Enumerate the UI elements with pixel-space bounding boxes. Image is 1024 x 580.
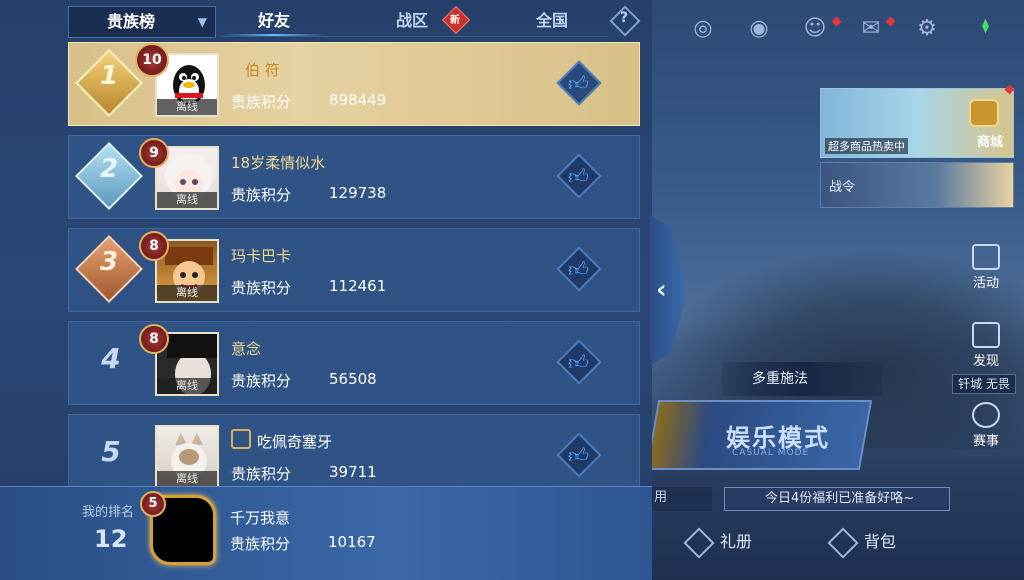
shop-promo-text: 超多商品热卖中	[825, 138, 908, 154]
rank-number: 1	[99, 61, 119, 91]
noble-level-badge: 8	[139, 231, 169, 261]
player-name: 意念	[231, 340, 262, 358]
gift-icon	[683, 526, 715, 559]
board-select-value: 贵族榜	[107, 12, 156, 31]
shop-icon	[969, 99, 999, 127]
my-score-value: 10167	[328, 533, 376, 551]
target-icon[interactable]: ◎	[688, 14, 718, 44]
gift-label: 礼册	[720, 532, 753, 551]
gift-book-button[interactable]: 礼册	[683, 526, 753, 559]
thumbs-up-icon: 👍︎	[568, 443, 589, 467]
activity-label: 活动	[972, 276, 999, 291]
leaderboard-panel: 贵族榜 ▼ 好友 战区 全国 新 ? 1 离线 10 伯 符 贵族积分 8984…	[0, 0, 652, 580]
multi-cast-label[interactable]: 多重施法	[722, 362, 882, 396]
activity-button[interactable]: 活动	[960, 244, 1012, 291]
discover-button[interactable]: 发现	[960, 322, 1012, 369]
my-score-label: 贵族积分	[230, 535, 291, 553]
leaderboard-row[interactable]: 2 离线 9 18岁柔情似水 贵族积分 129738 👍︎	[68, 135, 640, 219]
offline-status: 离线	[157, 192, 217, 208]
discover-icon	[972, 322, 1000, 348]
backpack-label: 背包	[864, 532, 897, 551]
trophy-icon	[972, 402, 1000, 428]
welfare-left-text: 用	[652, 487, 712, 511]
player-name: 玛卡巴卡	[231, 247, 292, 265]
events-label: 赛事	[972, 434, 999, 449]
offline-status: 离线	[157, 378, 217, 394]
discover-label: 发现	[972, 354, 999, 369]
event-tag: 钎城 无畏	[952, 374, 1016, 394]
friends-icon[interactable]: ☺	[800, 14, 830, 44]
my-noble-level-badge: 5	[140, 491, 166, 517]
avatar[interactable]: 离线	[155, 425, 219, 489]
rank-number: 3	[99, 247, 119, 277]
offline-status: 离线	[157, 471, 217, 487]
leaderboard-row[interactable]: 1 离线 10 伯 符 贵族积分 898449 👍︎	[68, 42, 640, 126]
noble-level-badge: 9	[139, 138, 169, 168]
chevron-down-icon: ▼	[197, 15, 207, 29]
new-badge-text: 新	[450, 15, 460, 26]
my-name: 千万我意	[230, 509, 291, 527]
score-value: 39711	[329, 463, 377, 481]
rank-number: 5	[101, 435, 121, 468]
thumbs-up-icon: 👍︎	[568, 164, 589, 188]
eye-icon[interactable]: ◉	[744, 14, 774, 44]
score-value: 898449	[329, 91, 387, 109]
shop-label: 商城	[976, 135, 1003, 150]
score-label: 贵族积分	[231, 465, 292, 483]
board-select-dropdown[interactable]: 贵族榜 ▼	[68, 6, 216, 38]
my-rank-number: 12	[94, 525, 128, 553]
score-label: 贵族积分	[231, 372, 292, 390]
leaderboard-row[interactable]: 3 离线 8 玛卡巴卡 贵族积分 112461 👍︎	[68, 228, 640, 312]
war-order-label: 战令	[829, 180, 856, 195]
offline-status: 离线	[157, 99, 217, 115]
score-label: 贵族积分	[231, 186, 292, 204]
activity-icon	[972, 244, 1000, 270]
welfare-banner[interactable]: 今日4份福利已准备好咯~	[724, 487, 950, 511]
settings-gear-icon[interactable]: ⚙	[912, 14, 942, 44]
leaderboard-row[interactable]: 4 离线 8 意念 贵族积分 56508 👍︎	[68, 321, 640, 405]
mail-icon[interactable]: ✉	[856, 14, 886, 44]
chevron-left-icon: ‹	[656, 275, 667, 305]
thumbs-up-icon: 👍︎	[568, 257, 589, 281]
player-name: 18岁柔情似水	[231, 154, 326, 172]
wifi-icon: ⧫	[982, 18, 989, 34]
backpack-button[interactable]: 背包	[827, 526, 897, 559]
events-button[interactable]: 赛事	[960, 402, 1012, 449]
player-name: 伯 符	[245, 61, 280, 79]
shop-banner[interactable]: 商城 超多商品热卖中	[820, 88, 1014, 158]
tab-national[interactable]: 全国	[502, 6, 602, 38]
war-order-banner[interactable]: 战令	[820, 162, 1014, 208]
score-value: 112461	[329, 277, 387, 295]
top-toolbar: ◎ ◉ ☺ ✉ ⚙	[688, 14, 968, 44]
score-label: 贵族积分	[231, 93, 292, 111]
rank-number: 2	[99, 154, 119, 184]
player-name: 吃佩奇塞牙	[257, 433, 333, 451]
rank-number: 4	[101, 342, 121, 375]
my-rank-label: 我的排名	[82, 505, 135, 520]
score-value: 56508	[329, 370, 377, 388]
casual-mode-subtitle: CASUAL MODE	[732, 448, 810, 458]
thumbs-up-icon: 👍︎	[568, 350, 589, 374]
help-icon: ?	[620, 10, 629, 26]
thumbs-up-icon: 👍︎	[568, 71, 589, 95]
offline-status: 离线	[157, 285, 217, 301]
noble-level-badge: 10	[135, 43, 169, 77]
bookmark-icon	[231, 429, 251, 449]
backpack-icon	[827, 526, 859, 559]
tabs-divider	[222, 36, 608, 37]
noble-level-badge: 8	[139, 324, 169, 354]
score-label: 贵族积分	[231, 279, 292, 297]
score-value: 129738	[329, 184, 387, 202]
my-rank-bar: 我的排名 12 5 千万我意 贵族积分 10167	[0, 486, 652, 580]
